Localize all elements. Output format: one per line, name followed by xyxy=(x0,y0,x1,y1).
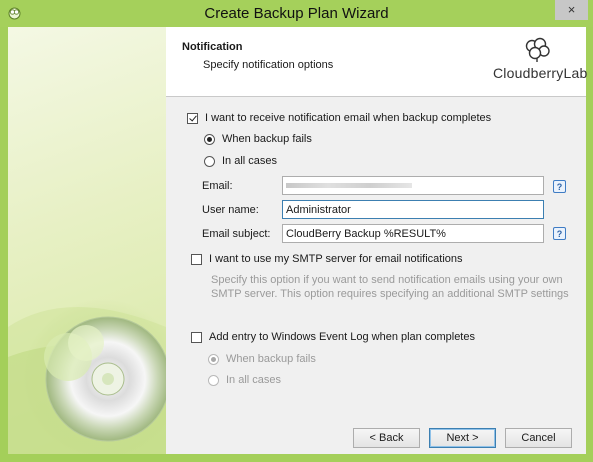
next-button[interactable]: Next > xyxy=(429,428,496,448)
window-title: Create Backup Plan Wizard xyxy=(204,5,389,22)
radio-when-fails-button[interactable] xyxy=(204,133,215,145)
smtp-checkbox-label: I want to use my SMTP server for email n… xyxy=(209,253,463,265)
eventlog-radio-when-fails-button xyxy=(208,353,219,365)
eventlog-checkbox-label: Add entry to Windows Event Log when plan… xyxy=(209,331,475,343)
eventlog-option[interactable]: Add entry to Windows Event Log when plan… xyxy=(191,331,475,343)
notify-checkbox-label: I want to receive notification email whe… xyxy=(205,112,492,124)
cloudberry-logo-icon xyxy=(525,37,550,62)
notify-option[interactable]: I want to receive notification email whe… xyxy=(187,112,491,124)
eventlog-radio-when-fails-label: When backup fails xyxy=(226,353,316,365)
radio-when-fails-label: When backup fails xyxy=(222,133,312,145)
username-label: User name: xyxy=(202,204,259,216)
smtp-option[interactable]: I want to use my SMTP server for email n… xyxy=(191,253,463,265)
subject-help-icon[interactable]: ? xyxy=(553,227,566,240)
redacted-email xyxy=(286,183,412,188)
back-button[interactable]: < Back xyxy=(353,428,420,448)
eventlog-radio-when-fails: When backup fails xyxy=(208,353,316,365)
cd-disc-illustration xyxy=(8,299,166,454)
email-subject-label: Email subject: xyxy=(202,228,271,240)
title-bar[interactable]: Create Backup Plan Wizard × xyxy=(0,0,593,27)
radio-all-cases[interactable]: In all cases xyxy=(204,155,277,167)
notification-form: I want to receive notification email whe… xyxy=(166,97,586,454)
notify-checkbox[interactable] xyxy=(187,112,198,124)
email-label: Email: xyxy=(202,180,233,192)
close-icon: × xyxy=(567,2,576,17)
smtp-description-line1: Specify this option if you want to send … xyxy=(211,274,563,286)
close-button[interactable]: × xyxy=(555,0,588,20)
page-subtitle: Specify notification options xyxy=(203,59,334,71)
side-banner xyxy=(8,27,166,454)
wizard-client-area: Notification Specify notification option… xyxy=(8,27,588,454)
email-help-icon[interactable]: ? xyxy=(553,180,566,193)
smtp-checkbox[interactable] xyxy=(191,253,202,265)
smtp-description-line2: SMTP server. This option requires specif… xyxy=(211,288,569,300)
page-title: Notification xyxy=(182,41,243,53)
cancel-button[interactable]: Cancel xyxy=(505,428,572,448)
radio-all-cases-label: In all cases xyxy=(222,155,278,167)
wizard-header: Notification Specify notification option… xyxy=(166,27,588,97)
logo-text: CloudberryLab xyxy=(493,65,588,81)
eventlog-radio-all-cases-button xyxy=(208,374,219,386)
radio-when-fails[interactable]: When backup fails xyxy=(204,133,312,145)
radio-all-cases-button[interactable] xyxy=(204,155,215,167)
window-frame: Create Backup Plan Wizard × Notification… xyxy=(0,0,593,462)
eventlog-checkbox[interactable] xyxy=(191,331,202,343)
eventlog-radio-all-cases: In all cases xyxy=(208,374,281,386)
eventlog-radio-all-cases-label: In all cases xyxy=(226,374,282,386)
email-subject-field[interactable]: CloudBerry Backup %RESULT% xyxy=(282,224,544,243)
email-field[interactable] xyxy=(282,176,544,195)
username-field[interactable]: Administrator xyxy=(282,200,544,219)
